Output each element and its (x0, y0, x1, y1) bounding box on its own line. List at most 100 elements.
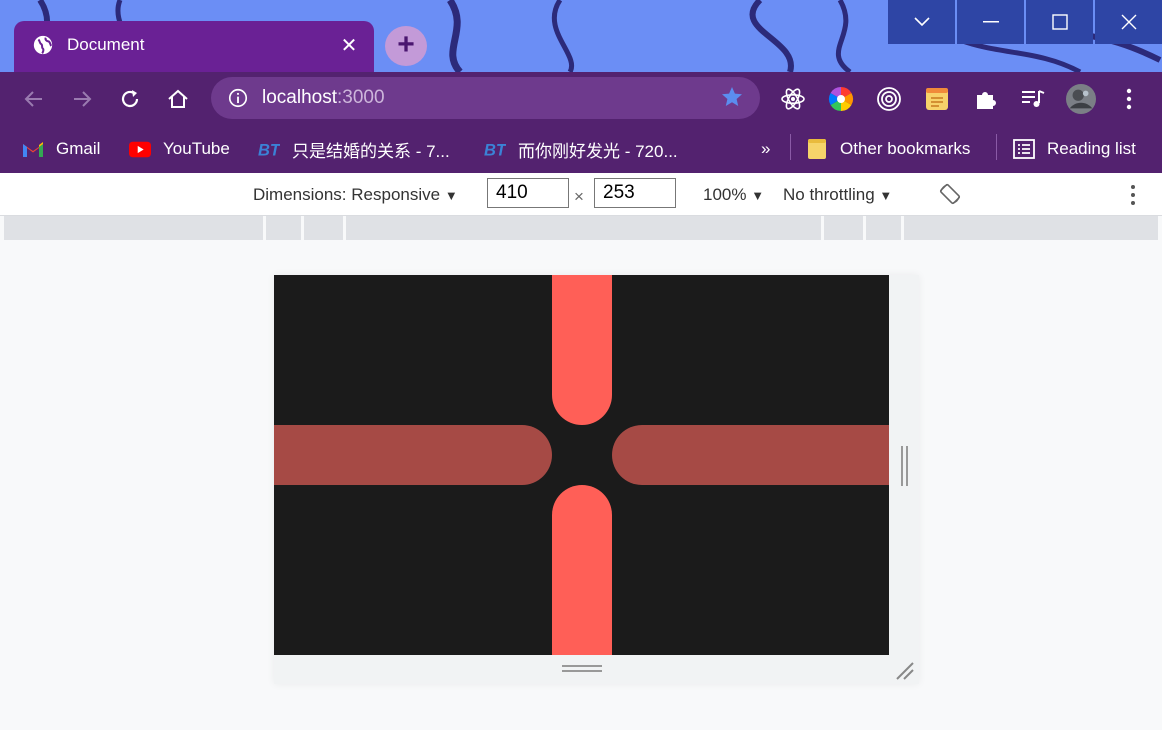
reading-list-icon (1013, 138, 1035, 160)
plus-icon: + (397, 28, 415, 61)
close-icon (1121, 14, 1136, 30)
throttling-label: No throttling (783, 185, 875, 204)
browser-toolbar: localhost:3000 (0, 72, 1162, 125)
zoom-dropdown[interactable]: 100% ▼ (703, 185, 764, 205)
caret-down-icon: ▼ (879, 188, 893, 203)
bookmark-star-icon[interactable] (720, 85, 744, 109)
bookmark-bt-2[interactable]: BT 而你刚好发光 - 720... (484, 137, 678, 161)
maximize-button[interactable] (1026, 0, 1093, 44)
resize-handle-corner[interactable] (893, 659, 915, 681)
puzzle-icon (977, 92, 996, 109)
target-icon (877, 87, 901, 111)
svg-text:BT: BT (484, 141, 506, 159)
bookmark-label: YouTube (163, 139, 230, 158)
avatar (1066, 84, 1096, 114)
more-vertical-icon[interactable] (1130, 184, 1136, 206)
folder-icon (806, 138, 828, 160)
globe-icon (33, 35, 53, 55)
address-bar[interactable]: localhost:3000 (211, 77, 760, 119)
media-query-segment[interactable] (304, 216, 346, 240)
chrome-menu-button[interactable] (1114, 84, 1144, 114)
tab-strip: Document ✕ + (0, 0, 1162, 72)
bookmark-label: 只是结婚的关系 - 7... (292, 141, 450, 161)
zoom-label: 100% (703, 185, 747, 204)
url-port: :3000 (337, 87, 385, 108)
notes-icon (926, 88, 948, 110)
color-wheel-icon (828, 87, 854, 111)
maximize-icon (1051, 14, 1068, 30)
bookmark-other-folder[interactable]: Other bookmarks (806, 137, 970, 161)
youtube-icon (129, 138, 151, 160)
new-tab-button[interactable]: + (385, 26, 427, 66)
arrow-left-icon (24, 91, 42, 107)
chevron-down-icon (913, 17, 930, 27)
home-icon (168, 89, 188, 108)
extensions-button[interactable] (970, 84, 1000, 114)
bookmark-youtube[interactable]: YouTube (129, 137, 230, 161)
bookmark-label: Reading list (1047, 139, 1136, 158)
left-bar (274, 425, 552, 485)
bt-icon: BT (258, 138, 280, 160)
svg-text:BT: BT (258, 141, 280, 159)
arrow-right-icon (74, 91, 92, 107)
tab-document[interactable]: Document ✕ (14, 21, 374, 72)
media-query-segment[interactable] (4, 216, 266, 240)
media-query-segment[interactable] (266, 216, 304, 240)
bookmark-bt-1[interactable]: BT 只是结婚的关系 - 7... (258, 137, 450, 161)
bookmark-gmail[interactable]: Gmail (22, 137, 100, 161)
playlist-icon (1022, 90, 1045, 107)
tab-title: Document (67, 35, 145, 54)
overflow-label: » (761, 139, 771, 158)
throttling-dropdown[interactable]: No throttling ▼ (783, 185, 892, 205)
url-host: localhost (262, 87, 337, 108)
react-icon (781, 88, 805, 110)
close-icon[interactable]: ✕ (338, 33, 360, 58)
media-controls-button[interactable] (1018, 84, 1048, 114)
right-bar (612, 425, 889, 485)
media-query-segment[interactable] (824, 216, 866, 240)
bottom-bar (552, 485, 612, 655)
bookmark-label: Gmail (56, 139, 101, 158)
page-viewport[interactable] (274, 275, 889, 655)
close-window-button[interactable] (1095, 0, 1162, 44)
bookmarks-bar: Gmail YouTube BT 只是结婚的关系 - 7... BT 而你刚好发… (0, 125, 1162, 173)
gmail-icon (22, 138, 44, 160)
caret-down-icon: ▼ (444, 188, 458, 203)
bookmark-label: Other bookmarks (840, 139, 971, 158)
more-vertical-icon (1126, 88, 1132, 110)
back-button[interactable] (19, 84, 49, 114)
reload-icon (121, 90, 139, 108)
resize-handle-right[interactable] (900, 446, 910, 486)
profile-button[interactable] (1066, 84, 1096, 114)
minimize-button[interactable] (957, 0, 1024, 44)
resize-handle-bottom[interactable] (562, 664, 602, 674)
target-extension[interactable] (874, 84, 904, 114)
dimensions-dropdown[interactable]: Dimensions: Responsive ▼ (253, 185, 458, 205)
caret-down-icon: ▼ (751, 188, 765, 203)
rotate-icon[interactable] (938, 182, 962, 206)
notes-extension[interactable] (922, 84, 952, 114)
height-input[interactable] (594, 178, 676, 208)
react-devtools-extension[interactable] (778, 84, 808, 114)
bookmark-label: 而你刚好发光 - 720... (518, 141, 678, 161)
bookmarks-overflow-button[interactable]: » (761, 137, 770, 161)
forward-button[interactable] (67, 84, 97, 114)
minimize-icon (982, 21, 999, 23)
times-symbol: × (574, 187, 584, 206)
media-query-segment[interactable] (346, 216, 824, 240)
reading-list-button[interactable]: Reading list (1013, 137, 1136, 161)
home-button[interactable] (163, 84, 193, 114)
reload-button[interactable] (115, 84, 145, 114)
media-query-segment[interactable] (866, 216, 904, 240)
device-toolbar: Dimensions: Responsive ▼ × 100% ▼ No thr… (0, 173, 1162, 216)
media-query-segment[interactable] (904, 216, 1158, 240)
color-picker-extension[interactable] (826, 84, 856, 114)
bookmark-divider (996, 134, 997, 160)
top-bar (552, 275, 612, 425)
bookmark-divider (790, 134, 791, 160)
tab-search-button[interactable] (888, 0, 955, 44)
info-icon[interactable] (227, 87, 249, 109)
dimensions-label: Dimensions: Responsive (253, 185, 441, 204)
media-query-bar[interactable] (4, 216, 1158, 242)
width-input[interactable] (487, 178, 569, 208)
